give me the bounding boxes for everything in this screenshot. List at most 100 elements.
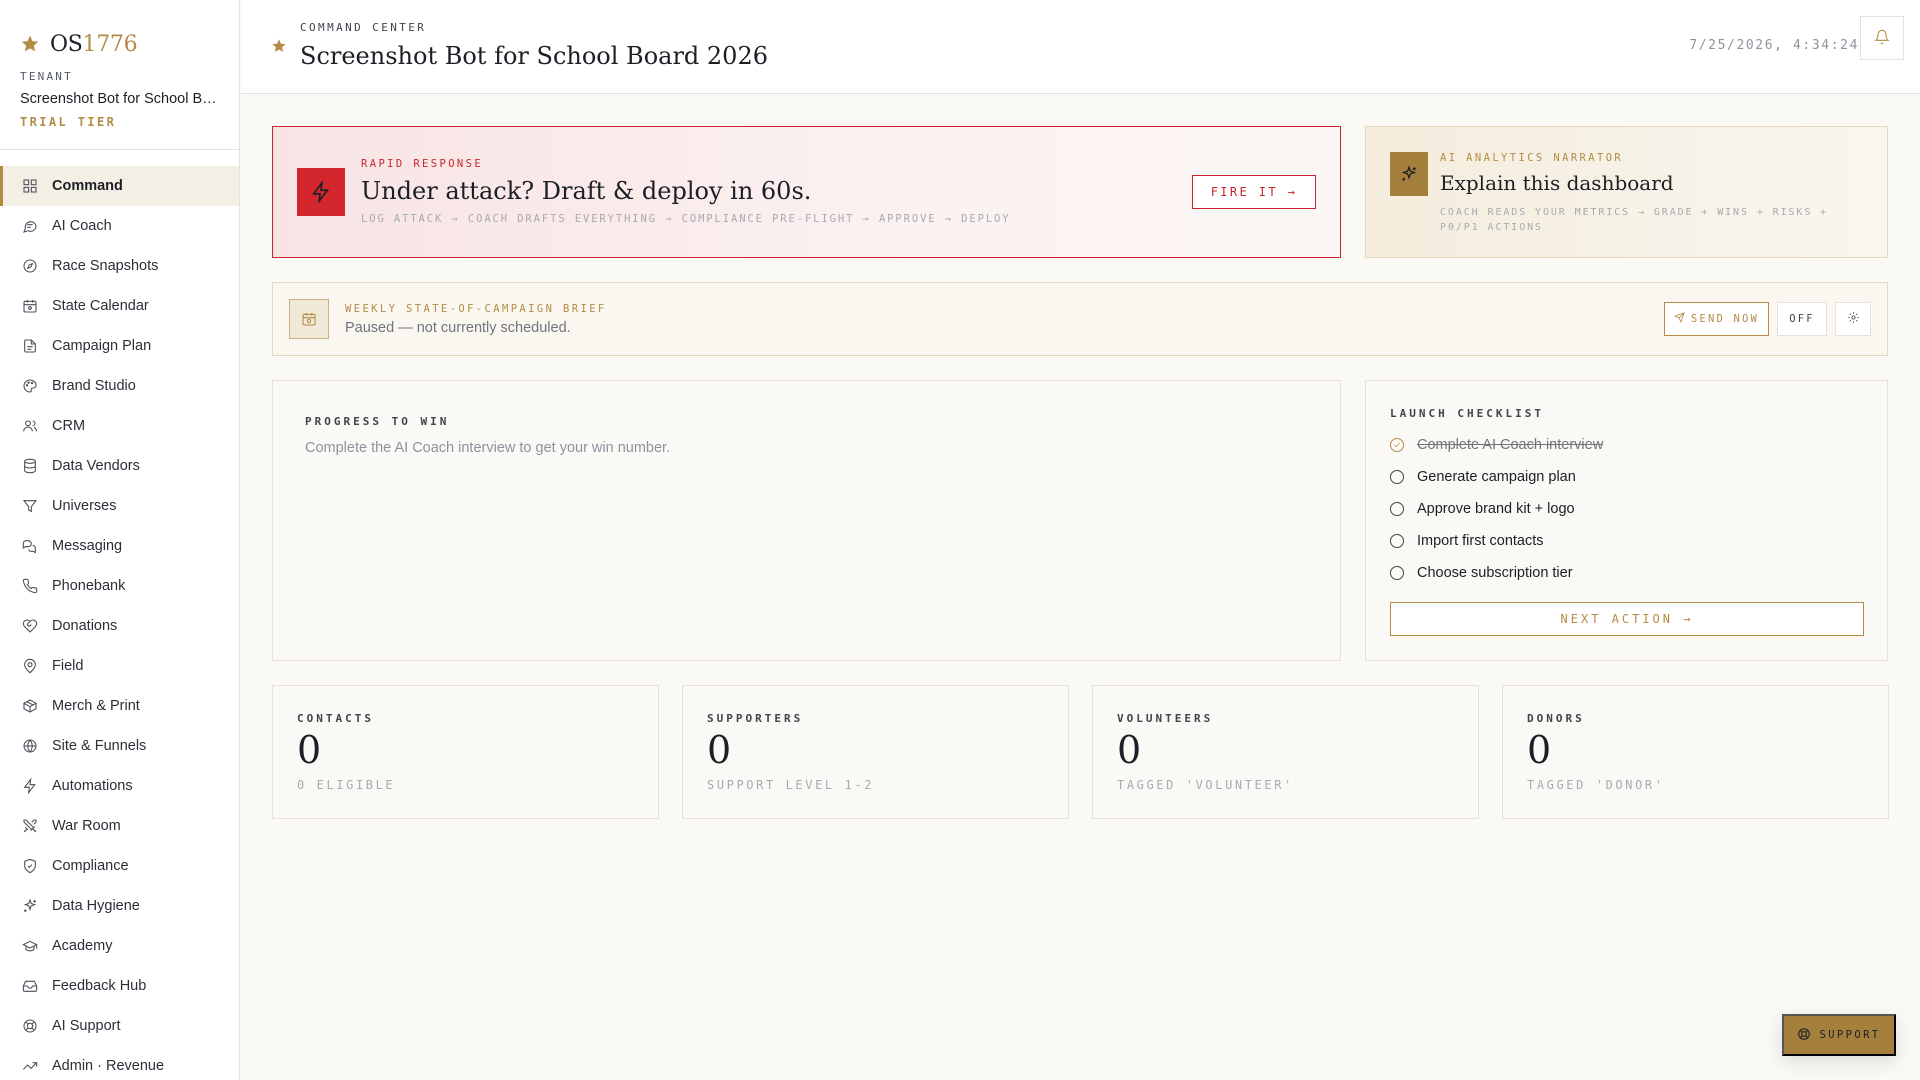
circle-icon — [1390, 470, 1404, 484]
sidebar-item-label: Automations — [52, 778, 133, 794]
sidebar-item-label: Field — [52, 658, 84, 674]
sidebar-item-label: CRM — [52, 418, 86, 434]
rapid-response-card[interactable]: RAPID RESPONSE Under attack? Draft & dep… — [272, 126, 1341, 258]
sidebar-item-label: Campaign Plan — [52, 338, 152, 354]
weekly-brief-status: Paused — not currently scheduled. — [345, 320, 571, 336]
checklist-item-label: Approve brand kit + logo — [1417, 501, 1575, 517]
palette-icon — [22, 378, 38, 394]
next-action-button[interactable]: NEXT ACTION → — [1390, 602, 1864, 636]
gear-icon — [1847, 311, 1860, 327]
tenant-label: TENANT — [20, 70, 73, 83]
sidebar-item-label: Messaging — [52, 538, 123, 554]
stat-card-contacts: CONTACTS 0 0 ELIGIBLE — [272, 685, 659, 819]
stat-subtext: TAGGED 'DONOR' — [1527, 778, 1665, 792]
sidebar-item-data-hygiene[interactable]: Data Hygiene — [0, 886, 239, 926]
inbox-icon — [22, 978, 38, 994]
life-buoy-icon — [22, 1018, 38, 1034]
stat-subtext: 0 ELIGIBLE — [297, 778, 396, 792]
checklist-item-label: Import first contacts — [1417, 533, 1544, 549]
sidebar-item-label: Donations — [52, 618, 118, 634]
sidebar-item-label: Academy — [52, 938, 113, 954]
sidebar-item-ai-coach[interactable]: AI Coach — [0, 206, 239, 246]
ai-narrator-title: Explain this dashboard — [1440, 171, 1674, 195]
sidebar-item-admin-revenue[interactable]: Admin · Revenue — [0, 1046, 239, 1080]
tenant-block: TENANT Screenshot Bot for School Board 2… — [0, 62, 239, 129]
stat-card-supporters: SUPPORTERS 0 SUPPORT LEVEL 1-2 — [682, 685, 1069, 819]
support-button[interactable]: SUPPORT — [1782, 1014, 1896, 1056]
fire-it-button[interactable]: FIRE IT → — [1192, 175, 1316, 209]
checklist-item[interactable]: Complete AI Coach interview — [1390, 429, 1866, 461]
stat-value: 0 — [707, 728, 732, 772]
sidebar-item-race-snapshots[interactable]: Race Snapshots — [0, 246, 239, 286]
brand-name: OS1776 — [50, 31, 138, 57]
swords-icon — [22, 818, 38, 834]
sidebar-item-label: Compliance — [52, 858, 129, 874]
sidebar-item-label: Command — [52, 178, 123, 194]
checklist-item[interactable]: Import first contacts — [1390, 525, 1866, 557]
sidebar-item-war-room[interactable]: War Room — [0, 806, 239, 846]
sidebar-item-brand-studio[interactable]: Brand Studio — [0, 366, 239, 406]
stat-label: VOLUNTEERS — [1117, 712, 1214, 725]
check-circle-icon — [1390, 438, 1404, 452]
sidebar-item-compliance[interactable]: Compliance — [0, 846, 239, 886]
graduation-cap-icon — [22, 938, 38, 954]
circle-icon — [1390, 566, 1404, 580]
brand[interactable]: OS1776 — [0, 0, 239, 62]
calendar-clock-icon — [289, 299, 329, 339]
sidebar-item-label: Admin · Revenue — [52, 1058, 165, 1074]
stat-value: 0 — [297, 728, 322, 772]
sidebar: OS1776 TENANT Screenshot Bot for School … — [0, 0, 240, 1080]
send-now-label: SEND NOW — [1690, 313, 1760, 325]
stat-value: 0 — [1527, 728, 1552, 772]
bolt-icon — [297, 168, 345, 216]
rapid-response-subtitle: LOG ATTACK → COACH DRAFTS EVERYTHING → C… — [361, 213, 1011, 225]
trending-up-icon — [22, 1058, 38, 1074]
stat-label: SUPPORTERS — [707, 712, 804, 725]
ai-narrator-label: AI ANALYTICS NARRATOR — [1440, 152, 1624, 164]
sidebar-item-label: War Room — [52, 818, 121, 834]
sidebar-item-site-funnels[interactable]: Site & Funnels — [0, 726, 239, 766]
sidebar-item-command[interactable]: Command — [0, 166, 239, 206]
stat-label: DONORS — [1527, 712, 1585, 725]
checklist-item[interactable]: Choose subscription tier — [1390, 557, 1866, 589]
sidebar-item-state-calendar[interactable]: State Calendar — [0, 286, 239, 326]
sidebar-item-campaign-plan[interactable]: Campaign Plan — [0, 326, 239, 366]
sidebar-item-messaging[interactable]: Messaging — [0, 526, 239, 566]
sidebar-item-phonebank[interactable]: Phonebank — [0, 566, 239, 606]
checklist-item[interactable]: Generate campaign plan — [1390, 461, 1866, 493]
stat-label: CONTACTS — [297, 712, 374, 725]
send-icon — [1673, 312, 1685, 326]
globe-icon — [22, 738, 38, 754]
sidebar-item-feedback-hub[interactable]: Feedback Hub — [0, 966, 239, 1006]
sidebar-item-academy[interactable]: Academy — [0, 926, 239, 966]
progress-to-win-card: PROGRESS TO WIN Complete the AI Coach in… — [272, 380, 1341, 661]
sidebar-item-universes[interactable]: Universes — [0, 486, 239, 526]
sparkles-icon — [22, 898, 38, 914]
sidebar-item-label: AI Support — [52, 1018, 121, 1034]
schedule-toggle-button[interactable]: OFF — [1777, 302, 1827, 336]
ai-narrator-card[interactable]: AI ANALYTICS NARRATOR Explain this dashb… — [1365, 126, 1888, 258]
brief-settings-button[interactable] — [1835, 302, 1871, 336]
progress-to-win-text: Complete the AI Coach interview to get y… — [305, 440, 671, 456]
checklist-item-label: Complete AI Coach interview — [1417, 437, 1604, 453]
sidebar-item-crm[interactable]: CRM — [0, 406, 239, 446]
send-now-button[interactable]: SEND NOW — [1664, 302, 1769, 336]
sidebar-item-automations[interactable]: Automations — [0, 766, 239, 806]
progress-to-win-label: PROGRESS TO WIN — [305, 415, 450, 428]
tenant-tier: TRIAL TIER — [20, 115, 117, 129]
chat-icon — [22, 218, 38, 234]
sidebar-item-donations[interactable]: Donations — [0, 606, 239, 646]
notifications-button[interactable] — [1860, 16, 1904, 60]
sidebar-item-merch-print[interactable]: Merch & Print — [0, 686, 239, 726]
sidebar-item-data-vendors[interactable]: Data Vendors — [0, 446, 239, 486]
checklist-item[interactable]: Approve brand kit + logo — [1390, 493, 1866, 525]
stat-card-donors: DONORS 0 TAGGED 'DONOR' — [1502, 685, 1889, 819]
users-icon — [22, 418, 38, 434]
launch-checklist-label: LAUNCH CHECKLIST — [1390, 407, 1544, 420]
sparkles-icon — [1390, 152, 1428, 196]
tenant-name: Screenshot Bot for School Board 2026 — [20, 91, 219, 107]
life-buoy-icon — [1797, 1027, 1811, 1044]
sidebar-item-ai-support[interactable]: AI Support — [0, 1006, 239, 1046]
compass-icon — [22, 258, 38, 274]
sidebar-item-field[interactable]: Field — [0, 646, 239, 686]
